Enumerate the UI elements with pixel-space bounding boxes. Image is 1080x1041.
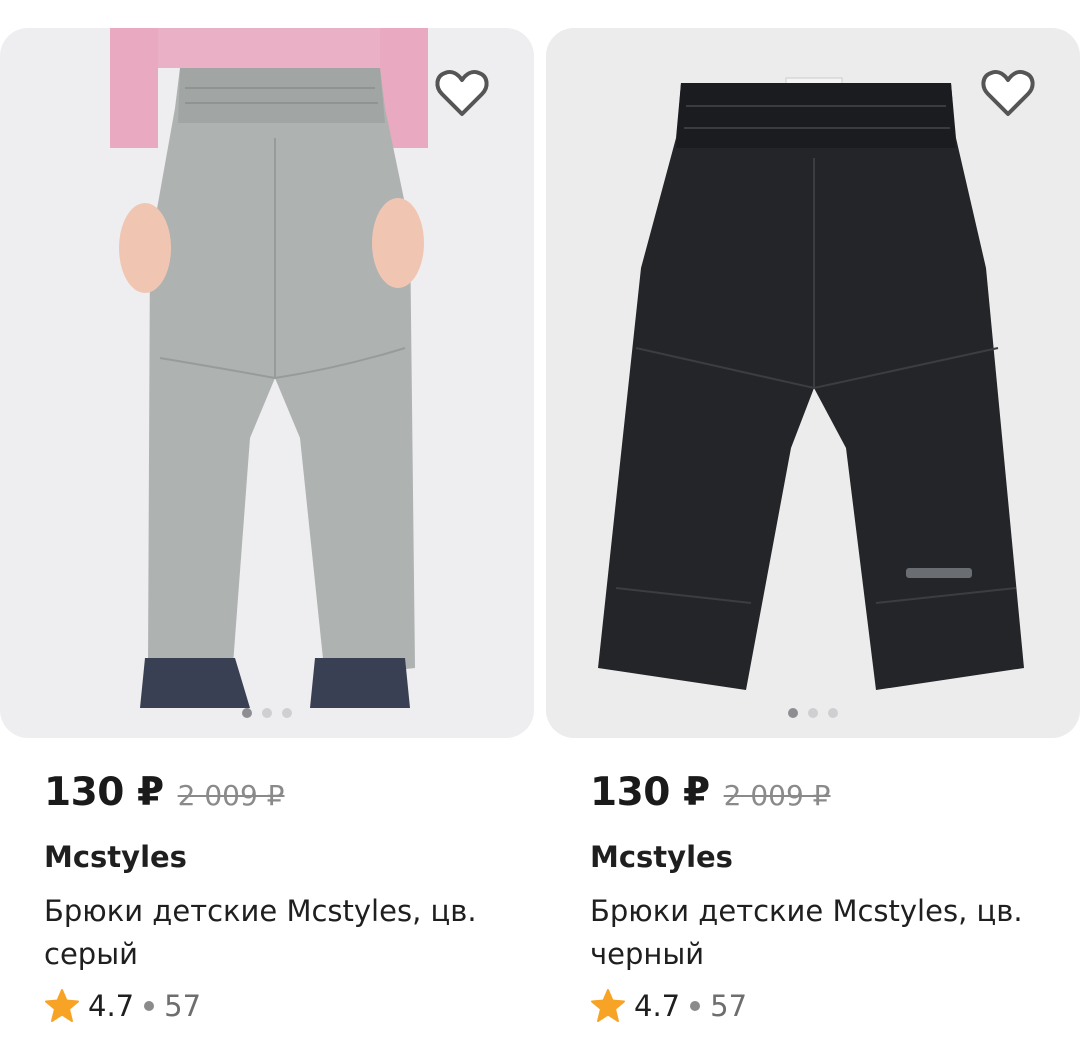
gallery-dot[interactable]: [828, 708, 838, 718]
gallery-dot[interactable]: [808, 708, 818, 718]
current-price: 130 ₽: [44, 770, 164, 815]
gallery-dot[interactable]: [282, 708, 292, 718]
brand-name[interactable]: Mcstyles: [44, 840, 187, 874]
price-row: 130 ₽ 2 009 ₽: [590, 770, 831, 815]
old-price: 2 009 ₽: [177, 779, 285, 812]
gallery-dots: [546, 708, 1080, 718]
separator-dot: [144, 1001, 155, 1011]
favorite-button[interactable]: [980, 68, 1044, 126]
product-title[interactable]: Брюки детские Mcstyles, цв. черный: [590, 890, 1060, 976]
rating: 4.7 57: [44, 988, 201, 1024]
rating-value: 4.7: [88, 989, 135, 1023]
gray-kids-pants-photo: [110, 28, 428, 708]
rating-value: 4.7: [634, 989, 681, 1023]
product-title[interactable]: Брюки детские Mcstyles, цв. серый: [44, 890, 514, 976]
product-image[interactable]: [0, 28, 534, 738]
favorite-button[interactable]: [434, 68, 498, 126]
old-price: 2 009 ₽: [723, 779, 831, 812]
brand-name[interactable]: Mcstyles: [590, 840, 733, 874]
product-card[interactable]: 130 ₽ 2 009 ₽ Mcstyles Брюки детские Mcs…: [0, 0, 534, 1041]
reviews-count[interactable]: 57: [164, 989, 201, 1023]
product-card[interactable]: 130 ₽ 2 009 ₽ Mcstyles Брюки детские Mcs…: [546, 0, 1080, 1041]
separator-dot: [690, 1001, 701, 1011]
gallery-dot[interactable]: [788, 708, 798, 718]
star-icon: [45, 989, 79, 1022]
product-image[interactable]: [546, 28, 1080, 738]
gallery-dot[interactable]: [262, 708, 272, 718]
rating: 4.7 57: [590, 988, 747, 1024]
gallery-dot[interactable]: [242, 708, 252, 718]
heart-outline-icon: [981, 69, 1035, 116]
star-icon: [591, 989, 625, 1022]
reviews-count[interactable]: 57: [710, 989, 747, 1023]
current-price: 130 ₽: [590, 770, 710, 815]
price-row: 130 ₽ 2 009 ₽: [44, 770, 285, 815]
heart-outline-icon: [435, 69, 489, 116]
black-kids-pants-photo: [598, 77, 1024, 690]
gallery-dots: [0, 708, 534, 718]
